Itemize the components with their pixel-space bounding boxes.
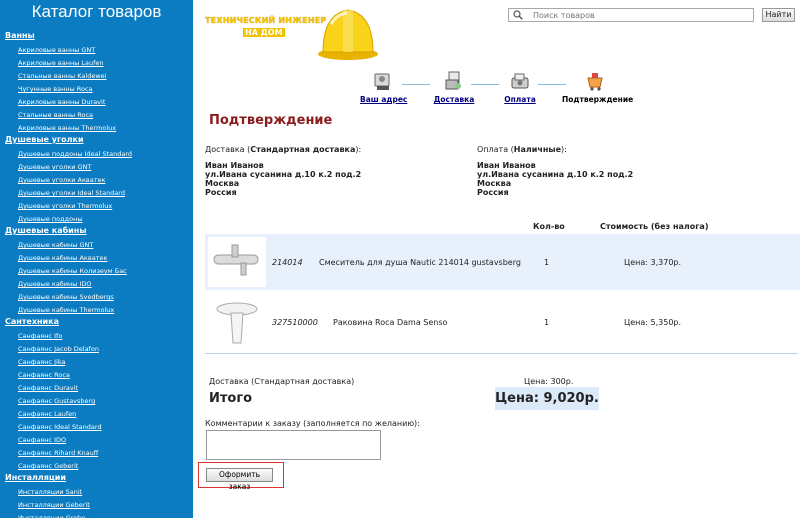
address-icon — [374, 73, 390, 90]
search-input[interactable] — [533, 9, 748, 21]
sidebar-link[interactable]: Стальные ванны Kaldewei — [5, 70, 193, 83]
sidebar-link[interactable]: Душевые уголки GNT — [5, 161, 193, 174]
divider — [205, 353, 798, 354]
sidebar-link[interactable]: Санфаянс Laufen — [5, 408, 193, 421]
step-delivery-link[interactable]: Доставка — [434, 95, 475, 104]
product-image-sink[interactable] — [208, 297, 266, 347]
sidebar-category[interactable]: Душевые кабины — [5, 226, 193, 239]
logo-line2: НА ДОМ — [243, 28, 285, 37]
catalog-sidebar: Каталог товаров Ванны Акриловые ванны GNT… — [0, 0, 193, 518]
sidebar-link[interactable]: Душевые уголки Акватек — [5, 174, 193, 187]
hard-hat-icon — [318, 9, 378, 60]
step-connector — [402, 84, 430, 85]
table-row: 327510000 Раковина Roca Dama Senso 1 Цен… — [205, 294, 800, 350]
step-delivery[interactable]: Доставка — [432, 70, 476, 105]
product-qty: 1 — [544, 258, 550, 267]
payment-street: ул.Ивана сусанина д.10 к.2 под.2 — [477, 170, 634, 179]
step-payment[interactable]: Оплата — [502, 70, 538, 105]
product-name: Смеситель для душа Nautic 214014 gustavs… — [319, 258, 521, 267]
payment-address: Иван Иванов ул.Ивана сусанина д.10 к.2 п… — [477, 161, 633, 197]
search-button[interactable]: Найти — [762, 8, 795, 22]
sidebar-link[interactable]: Санфаянс Gustavsberg — [5, 395, 193, 408]
sidebar-link[interactable]: Инсталляции Sanit — [5, 486, 193, 499]
total-label: Итого — [209, 391, 253, 406]
product-qty: 1 — [544, 318, 550, 327]
summary-shipping-price: Цена: 300р. — [524, 377, 574, 386]
product-model: 327510000 — [272, 318, 318, 327]
sidebar-link[interactable]: Санфаянс Geberit — [5, 460, 193, 473]
sidebar-link[interactable]: Душевые кабины GNT — [5, 239, 193, 252]
table-row: 214014 Смеситель для душа Nautic 214014 … — [205, 234, 800, 290]
page-title: Подтверждение — [209, 113, 333, 128]
step-payment-link[interactable]: Оплата — [504, 95, 536, 104]
sidebar-category[interactable]: Сантехника — [5, 317, 193, 330]
search-box — [508, 8, 754, 22]
sidebar-link[interactable]: Душевые кабины IDO — [5, 278, 193, 291]
sidebar-link[interactable]: Стальные ванны Roca — [5, 109, 193, 122]
comments-label: Комментарии к заказу (заполняется по жел… — [205, 419, 420, 428]
sidebar-link[interactable]: Душевые поддоны Ideal Standard — [5, 148, 193, 161]
payment-method: Наличные — [513, 145, 562, 154]
catalog-list: Ванны Акриловые ванны GNT Акриловые ванны … — [0, 31, 193, 518]
col-header-qty: Кол-во — [533, 222, 565, 231]
sidebar-link[interactable]: Акриловые ванны Laufen — [5, 57, 193, 70]
step-confirm: Подтверждение — [562, 70, 633, 105]
sidebar-link[interactable]: Санфаянс Jacob Delafon — [5, 343, 193, 356]
sidebar-category[interactable]: Инсталляции — [5, 473, 193, 486]
product-model: 214014 — [272, 258, 303, 267]
sidebar-link[interactable]: Санфаянс Ifo — [5, 330, 193, 343]
sidebar-link[interactable]: Душевые кабины Thermolux — [5, 304, 193, 317]
col-header-cost: Стоимость (без налога) — [600, 222, 709, 231]
sidebar-link[interactable]: Санфаянс Rihard Knauff — [5, 447, 193, 460]
sidebar-link[interactable]: Санфаянс Duravit — [5, 382, 193, 395]
summary-shipping-label: Доставка (Стандартная доставка) — [209, 377, 355, 386]
sidebar-link[interactable]: Санфаянс Jika — [5, 356, 193, 369]
sidebar-link[interactable]: Санфаянс Roca — [5, 369, 193, 382]
shipping-method: Стандартная доставка — [250, 145, 356, 154]
shipping-city: Москва — [205, 179, 240, 188]
sidebar-link[interactable]: Санфаянс IDO — [5, 434, 193, 447]
product-image-faucet[interactable] — [208, 237, 266, 287]
product-price: Цена: 5,350р. — [624, 318, 682, 327]
confirm-icon — [587, 73, 603, 91]
payment-icon — [511, 73, 529, 89]
product-price: Цена: 3,370р. — [624, 258, 682, 267]
search-icon — [513, 10, 523, 20]
comments-field[interactable] — [206, 430, 381, 460]
sidebar-link[interactable]: Душевые поддоны — [5, 213, 193, 226]
sidebar-category[interactable]: Ванны — [5, 31, 193, 44]
product-name: Раковина Roca Dama Senso — [333, 318, 448, 327]
sidebar-link[interactable]: Чугунные ванны Roca — [5, 83, 193, 96]
sidebar-link[interactable]: Душевые уголки Thermolux — [5, 200, 193, 213]
shipping-address: Иван Иванов ул.Ивана сусанина д.10 к.2 п… — [205, 161, 361, 197]
step-address[interactable]: Ваш адрес — [360, 70, 407, 105]
shipping-country: Россия — [205, 188, 237, 197]
catalog-title: Каталог товаров — [31, 2, 162, 21]
logo-line1: ТЕХНИЧЕСКИЙ ИНЖЕНЕР — [205, 16, 327, 25]
sidebar-link[interactable]: Акриловые ванны GNT — [5, 44, 193, 57]
payment-name: Иван Иванов — [477, 161, 536, 170]
payment-country: Россия — [477, 188, 509, 197]
sidebar-link[interactable]: Инсталляции Grohe — [5, 512, 193, 518]
sidebar-link[interactable]: Душевые кабины Svedbergs — [5, 291, 193, 304]
step-address-link[interactable]: Ваш адрес — [360, 95, 407, 104]
sidebar-link[interactable]: Акриловые ванны Duravit — [5, 96, 193, 109]
sidebar-link[interactable]: Акриловые ванны Thermolux — [5, 122, 193, 135]
sidebar-link[interactable]: Душевые уголки Ideal Standard — [5, 187, 193, 200]
sidebar-link[interactable]: Санфаянс Ideal Standard — [5, 421, 193, 434]
shipping-name: Иван Иванов — [205, 161, 264, 170]
site-logo[interactable]: ТЕХНИЧЕСКИЙ ИНЖЕНЕР НА ДОМ — [205, 4, 380, 64]
payment-city: Москва — [477, 179, 512, 188]
sidebar-link[interactable]: Инсталляции Geberit — [5, 499, 193, 512]
shipping-street: ул.Ивана сусанина д.10 к.2 под.2 — [205, 170, 362, 179]
step-confirm-label: Подтверждение — [562, 95, 634, 104]
shipping-label: Доставка (Стандартная доставка): — [205, 145, 362, 154]
payment-label: Оплата (Наличные): — [477, 145, 567, 154]
place-order-button[interactable]: Оформить заказ — [206, 468, 273, 491]
total-value: Цена: 9,020р. — [495, 387, 599, 410]
sidebar-link[interactable]: Душевые кабины Акватек — [5, 252, 193, 265]
sidebar-link[interactable]: Душевые кабины Колизеум Бас — [5, 265, 193, 278]
delivery-icon — [445, 71, 461, 90]
sidebar-category[interactable]: Душевые уголки — [5, 135, 193, 148]
